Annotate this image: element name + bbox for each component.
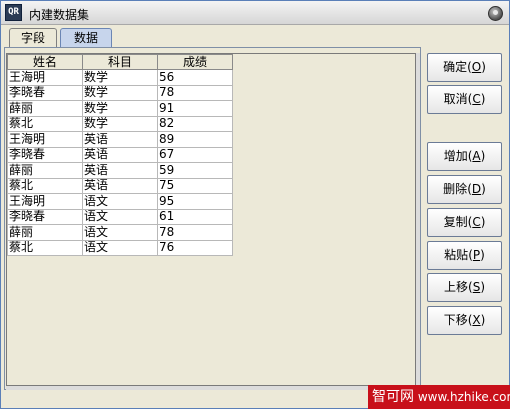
cell-name[interactable]: 薛丽 [7,224,83,241]
delete-shortcut: D [471,182,482,196]
cell-name[interactable]: 薛丽 [7,100,83,117]
table-row[interactable]: 蔡北 数学 82 [7,115,233,132]
table-row[interactable]: 薛丽 数学 91 [7,100,233,117]
cell-score[interactable]: 61 [157,208,233,225]
cell-subject[interactable]: 数学 [82,115,158,132]
cell-score[interactable]: 78 [157,224,233,241]
cell-score[interactable]: 82 [157,115,233,132]
delete-button[interactable]: 删除(D) [427,175,502,204]
close-icon[interactable] [488,6,503,21]
cancel-button[interactable]: 取消(C) [427,85,502,114]
table-row[interactable]: 薛丽 英语 59 [7,162,233,179]
add-label: 增加 [443,149,468,163]
cancel-shortcut: C [472,92,481,106]
add-shortcut: A [472,149,481,163]
cell-subject[interactable]: 语文 [82,193,158,210]
table-row[interactable]: 李晓春 英语 67 [7,146,233,163]
cell-score[interactable]: 75 [157,177,233,194]
app-logo-icon: QR [5,4,22,21]
move-down-label: 下移 [443,313,468,327]
cell-name[interactable]: 薛丽 [7,162,83,179]
cell-score[interactable]: 76 [157,239,233,256]
cell-score[interactable]: 56 [157,69,233,86]
table-header-row: 姓名 科目 成绩 [7,54,233,70]
copy-button[interactable]: 复制(C) [427,208,502,237]
watermark-banner: 智可网 www.hzhike.com [368,385,510,409]
table-row[interactable]: 李晓春 语文 61 [7,208,233,225]
cell-subject[interactable]: 语文 [82,224,158,241]
cell-name[interactable]: 王海明 [7,69,83,86]
tab-data[interactable]: 数据 [60,28,112,48]
cell-subject[interactable]: 数学 [82,69,158,86]
cell-subject[interactable]: 英语 [82,177,158,194]
cell-name[interactable]: 蔡北 [7,239,83,256]
horizontal-scrollbar[interactable] [6,386,416,390]
cell-score[interactable]: 89 [157,131,233,148]
cell-subject[interactable]: 语文 [82,239,158,256]
table-row[interactable]: 王海明 数学 56 [7,69,233,86]
delete-label: 删除 [443,182,468,196]
move-down-button[interactable]: 下移(X) [427,306,502,335]
cell-subject[interactable]: 语文 [82,208,158,225]
paste-shortcut: P [472,248,481,262]
cell-score[interactable]: 78 [157,84,233,101]
move-up-button[interactable]: 上移(S) [427,273,502,302]
copy-shortcut: C [472,215,481,229]
cell-score[interactable]: 67 [157,146,233,163]
cell-score[interactable]: 91 [157,100,233,117]
vertical-scrollbar[interactable] [416,53,420,386]
title-bar: QR 内建数据集 [1,1,509,25]
move-down-shortcut: X [472,313,481,327]
cell-name[interactable]: 李晓春 [7,208,83,225]
window-title: 内建数据集 [29,8,90,22]
table-row[interactable]: 王海明 英语 89 [7,131,233,148]
cell-subject[interactable]: 英语 [82,162,158,179]
cell-name[interactable]: 王海明 [7,193,83,210]
ok-shortcut: O [471,60,482,74]
cell-subject[interactable]: 数学 [82,100,158,117]
move-up-shortcut: S [472,280,481,294]
watermark-site-name: 智可网 [372,389,414,405]
table-row[interactable]: 李晓春 数学 78 [7,84,233,101]
tab-fields[interactable]: 字段 [9,28,57,48]
table-row[interactable]: 薛丽 语文 78 [7,224,233,241]
cell-name[interactable]: 蔡北 [7,177,83,194]
add-button[interactable]: 增加(A) [427,142,502,171]
cell-name[interactable]: 李晓春 [7,84,83,101]
cancel-label: 取消 [443,92,468,106]
column-header-name[interactable]: 姓名 [7,54,83,70]
move-up-label: 上移 [443,280,468,294]
ok-label: 确定 [443,60,468,74]
cell-score[interactable]: 59 [157,162,233,179]
table-row[interactable]: 王海明 语文 95 [7,193,233,210]
cell-score[interactable]: 95 [157,193,233,210]
cell-name[interactable]: 李晓春 [7,146,83,163]
column-header-score[interactable]: 成绩 [157,54,233,70]
cell-name[interactable]: 王海明 [7,131,83,148]
paste-button[interactable]: 粘贴(P) [427,241,502,270]
cell-name[interactable]: 蔡北 [7,115,83,132]
cell-subject[interactable]: 英语 [82,131,158,148]
data-table: 姓名 科目 成绩 王海明 数学 56 李晓春 数学 78 薛丽 数学 91 蔡北 数学 82 王海明 英语… [7,54,233,256]
dataset-dialog: QR 内建数据集 字段 数据 姓名 科目 成绩 王海明 数学 56 李晓春 数学 78 薛丽… [0,0,510,409]
table-row[interactable]: 蔡北 英语 75 [7,177,233,194]
table-row[interactable]: 蔡北 语文 76 [7,239,233,256]
cell-subject[interactable]: 数学 [82,84,158,101]
watermark-url: www.hzhike.com [417,390,510,404]
cell-subject[interactable]: 英语 [82,146,158,163]
paste-label: 粘贴 [444,248,469,262]
ok-button[interactable]: 确定(O) [427,53,502,82]
column-header-subject[interactable]: 科目 [82,54,158,70]
copy-label: 复制 [443,215,468,229]
